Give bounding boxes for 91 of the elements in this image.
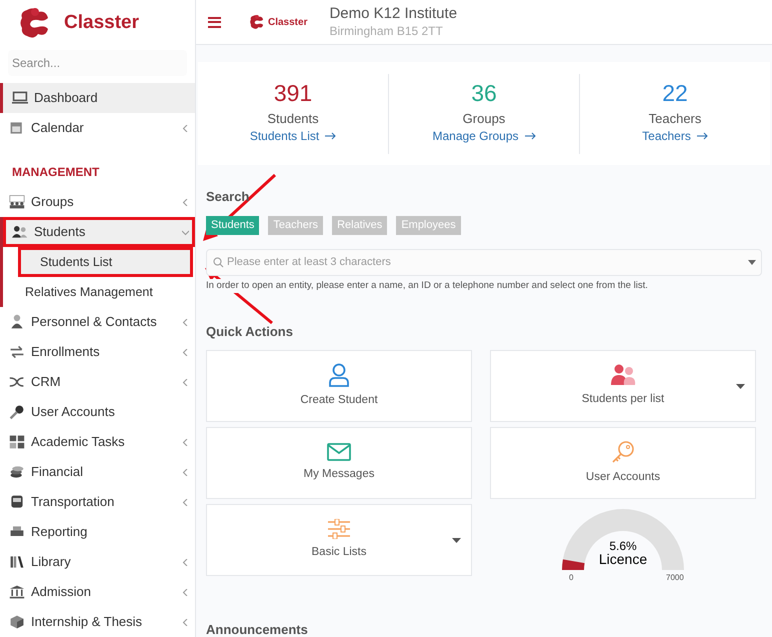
people-icon	[9, 194, 25, 210]
chevron-icon	[182, 558, 189, 566]
users-icon	[12, 224, 28, 240]
sidebar-item[interactable]: User Accounts	[0, 397, 195, 427]
books-icon	[9, 554, 25, 570]
sidebar-item[interactable]: Groups	[0, 187, 195, 217]
gauge-max: 7000	[666, 572, 684, 584]
sidebar-item[interactable]: CRM	[0, 367, 195, 397]
menu-icon[interactable]	[208, 16, 221, 28]
quick-action-card[interactable]: Basic Lists	[206, 504, 472, 576]
chevron-icon	[182, 228, 189, 236]
arrow-icon	[524, 132, 536, 140]
stat-link[interactable]: Manage Groups	[432, 127, 536, 146]
sidebar-item[interactable]: Admission	[0, 577, 195, 607]
card-label: My Messages	[304, 467, 374, 482]
submenu-item[interactable]: Students List	[18, 247, 193, 277]
sidebar-item[interactable]: Library	[0, 547, 195, 577]
sidebar-item[interactable]: Academic Tasks	[0, 427, 195, 457]
cube-icon	[9, 614, 25, 630]
quick-action-card[interactable]: User Accounts	[490, 427, 756, 500]
key-icon	[611, 440, 635, 464]
chevron-icon	[182, 198, 189, 206]
caret-icon	[736, 384, 745, 390]
quick-action-card[interactable]: Create Student	[206, 350, 472, 422]
grid-icon	[9, 434, 25, 450]
gauge-percent: 5.6%	[609, 540, 637, 552]
sidebar-item[interactable]: Calendar	[0, 113, 195, 143]
users-icon	[609, 364, 637, 386]
arrow-icon	[696, 132, 708, 140]
sidebar-item[interactable]: Reporting	[0, 517, 195, 547]
sidebar-item[interactable]: Personnel & Contacts	[0, 307, 195, 337]
shuffle-icon	[9, 374, 25, 390]
brand-name: Classter	[64, 10, 139, 35]
caret-icon	[452, 538, 461, 544]
stat-count: 22	[662, 82, 688, 105]
search-field[interactable]: Search...	[8, 50, 187, 76]
sliders-icon	[327, 519, 351, 540]
logo-icon	[249, 14, 265, 30]
sidebar-item[interactable]: Financial	[0, 457, 195, 487]
entity-search-field[interactable]: Please enter at least 3 characters	[206, 248, 762, 276]
bank-icon	[9, 584, 25, 600]
bus-icon	[9, 494, 25, 510]
sidebar-item[interactable]: Internship & Thesis	[0, 607, 195, 637]
coins-icon	[9, 464, 25, 480]
stat-label: Teachers	[648, 110, 702, 128]
section-heading: MANAGEMENT	[11, 164, 100, 181]
card-label: User Accounts	[586, 470, 660, 486]
person-icon	[9, 314, 25, 330]
stat-count: 36	[471, 82, 497, 105]
help-text: In order to open an entity, please enter a name, an ID or a telephone number and select one from the list.	[206, 278, 648, 293]
card-label: Create Student	[300, 393, 378, 408]
gauge-label: Licence	[598, 552, 648, 566]
sidebar-item[interactable]: Dashboard	[0, 83, 195, 113]
caret-icon	[748, 260, 756, 264]
envelope-icon	[327, 443, 351, 462]
logo-text: Classter	[268, 16, 308, 30]
stat-count: 391	[274, 82, 312, 105]
section-title: Announcements	[206, 621, 309, 637]
section-title: Quick Actions	[206, 322, 294, 341]
chevron-icon	[182, 124, 189, 132]
chevron-icon	[182, 618, 189, 626]
monitor-icon	[12, 90, 28, 106]
key-icon	[9, 404, 25, 420]
stat-label: Groups	[462, 110, 506, 128]
sidebar-item[interactable]: Students	[3, 217, 195, 247]
sidebar-item[interactable]: Enrollments	[0, 337, 195, 367]
stat-link[interactable]: Teachers	[642, 127, 708, 146]
person-outline-icon	[328, 363, 350, 388]
gauge-min: 0	[569, 572, 574, 584]
chevron-icon	[182, 318, 189, 326]
chevron-icon	[182, 348, 189, 356]
card-label: Students per list	[582, 392, 664, 408]
chevron-icon	[182, 378, 189, 386]
chevron-icon	[182, 438, 189, 446]
arrow-icon	[325, 132, 336, 140]
stat-link[interactable]: Students List	[250, 127, 336, 146]
sidebar-item[interactable]: Transportation	[0, 487, 195, 517]
section-title: Search	[206, 188, 250, 206]
card-label: Basic Lists	[312, 545, 366, 560]
stat-label: Students	[267, 110, 319, 128]
quick-action-card[interactable]: My Messages	[206, 427, 472, 500]
swap-icon	[9, 344, 25, 360]
chevron-icon	[182, 468, 189, 476]
institute-address: Birmingham B15 2TT	[329, 24, 444, 39]
search-icon	[213, 256, 224, 268]
chevron-icon	[182, 498, 189, 506]
submenu-item[interactable]: Relatives Management	[3, 277, 195, 307]
chevron-icon	[182, 588, 189, 596]
institute-name: Demo K12 Institute	[329, 5, 458, 24]
calendar-icon	[9, 120, 25, 136]
quick-action-card[interactable]: Students per list	[490, 350, 756, 422]
